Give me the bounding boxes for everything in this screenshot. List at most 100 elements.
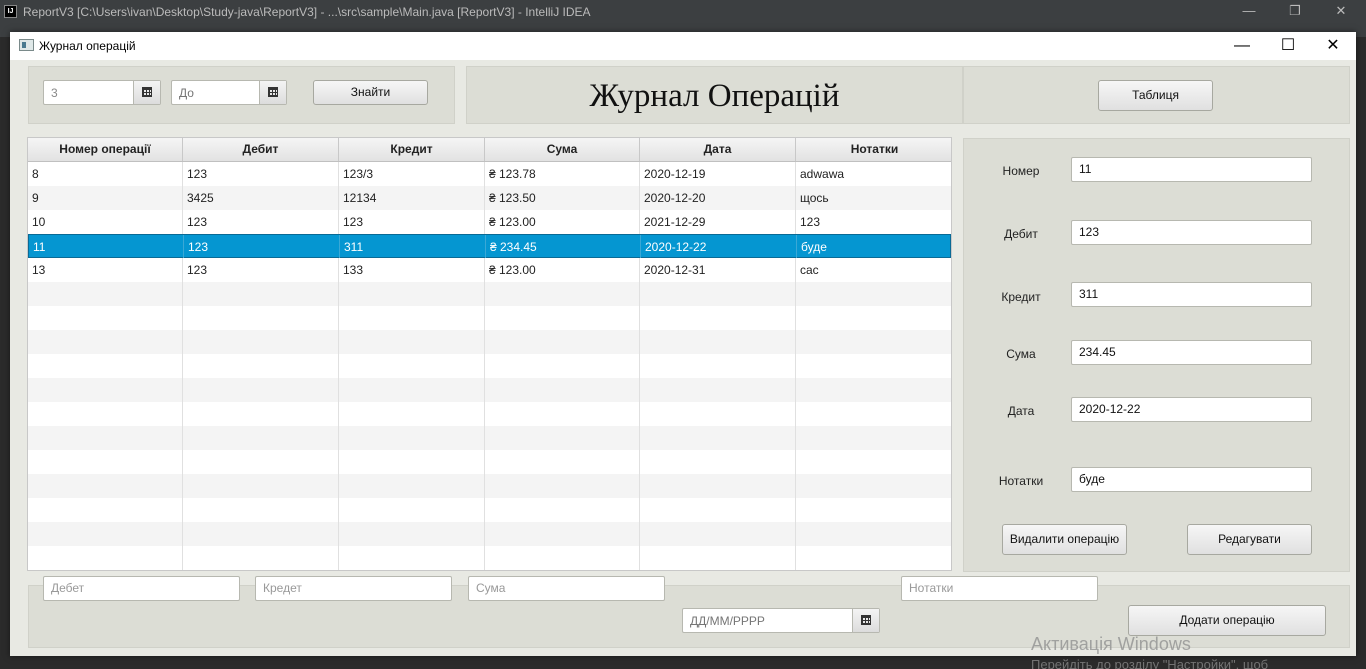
column-header-sum[interactable]: Сума: [485, 138, 640, 161]
cell-number: [28, 450, 183, 474]
sum-label: Сума: [1006, 347, 1036, 361]
operations-table[interactable]: Номер операції Дебит Кредит Сума Дата Но…: [27, 137, 952, 571]
cell-debit: 123: [183, 162, 339, 186]
empty-table-row: [28, 474, 951, 498]
notes-input[interactable]: Нотатки: [901, 576, 1098, 601]
cell-number: [28, 354, 183, 378]
ide-minimize-button[interactable]: —: [1226, 1, 1272, 21]
calendar-button[interactable]: [133, 81, 160, 104]
cell-date: 2020-12-31: [640, 258, 796, 282]
delete-operation-button[interactable]: Видалити операцію: [1002, 524, 1127, 555]
cell-debit: [183, 546, 339, 570]
date-input[interactable]: [683, 609, 853, 632]
window-title-bar[interactable]: Журнал операцій — ☐ ✕: [10, 32, 1356, 60]
empty-table-row: [28, 498, 951, 522]
cell-number: 9: [28, 186, 183, 210]
date-input-picker[interactable]: [682, 608, 880, 633]
find-button[interactable]: Знайти: [313, 80, 428, 105]
cell-debit: 123: [183, 258, 339, 282]
cell-credit: [339, 498, 485, 522]
add-operation-button[interactable]: Додати операцію: [1128, 605, 1326, 636]
date-to-picker[interactable]: [171, 80, 287, 105]
cell-debit: [183, 450, 339, 474]
cell-notes: [796, 450, 951, 474]
cell-number: [28, 474, 183, 498]
cell-sum: [485, 354, 640, 378]
sum-field[interactable]: 234.45: [1071, 340, 1312, 365]
cell-number: [28, 426, 183, 450]
cell-debit: 123: [184, 235, 340, 259]
cell-sum: ₴ 234.45: [486, 235, 641, 259]
cell-sum: [485, 426, 640, 450]
cell-credit: [339, 522, 485, 546]
credit-label: Кредит: [1001, 290, 1041, 304]
cell-debit: [183, 282, 339, 306]
cell-notes: adwawa: [800, 167, 845, 181]
debit-label: Дебит: [1004, 227, 1038, 241]
date-to-input[interactable]: [172, 81, 260, 104]
cell-notes: щось: [800, 191, 829, 205]
ide-title-bar: IJ ReportV3 [C:\Users\ivan\Desktop\Study…: [0, 0, 1366, 23]
date-from-picker[interactable]: [43, 80, 161, 105]
cell-debit: [183, 474, 339, 498]
table-row[interactable]: 8 123 123/3 ₴ 123.78 2020-12-19 adwawa: [28, 162, 951, 186]
cell-notes: 123: [800, 215, 821, 229]
cell-credit: [339, 546, 485, 570]
date-field[interactable]: 2020-12-22: [1071, 397, 1312, 422]
cell-date: [640, 546, 796, 570]
cell-date: [640, 474, 796, 498]
column-header-number[interactable]: Номер операції: [28, 138, 183, 161]
empty-table-row: [28, 330, 951, 354]
column-header-credit[interactable]: Кредит: [339, 138, 485, 161]
date-from-input[interactable]: [44, 81, 134, 104]
empty-table-row: [28, 426, 951, 450]
cell-debit: [183, 426, 339, 450]
cell-number: 13: [28, 258, 183, 282]
cell-date: 2021-12-29: [640, 210, 796, 234]
window-title: Журнал операцій: [39, 39, 136, 53]
cell-sum: [485, 282, 640, 306]
cell-date: [640, 354, 796, 378]
empty-table-row: [28, 546, 951, 570]
table-row[interactable]: 9 3425 12134 ₴ 123.50 2020-12-20 щось: [28, 186, 951, 210]
table-button[interactable]: Таблиця: [1098, 80, 1213, 111]
cell-number: [28, 546, 183, 570]
credit-field[interactable]: 311: [1071, 282, 1312, 307]
cell-credit: 12134: [339, 186, 485, 210]
table-row[interactable]: 13 123 133 ₴ 123.00 2020-12-31 сас: [28, 258, 951, 282]
cell-sum: [485, 402, 640, 426]
number-field[interactable]: 11: [1071, 157, 1312, 182]
calendar-button[interactable]: [852, 609, 879, 632]
empty-table-row: [28, 450, 951, 474]
notes-field[interactable]: буде: [1071, 467, 1312, 492]
cell-notes: [796, 498, 951, 522]
cell-sum: [485, 450, 640, 474]
close-button[interactable]: ✕: [1310, 32, 1356, 60]
column-header-notes[interactable]: Нотатки: [796, 138, 951, 161]
edit-button[interactable]: Редагувати: [1187, 524, 1312, 555]
table-row[interactable]: 11 123 311 ₴ 234.45 2020-12-22 буде: [28, 234, 951, 259]
empty-table-row: [28, 306, 951, 330]
cell-sum: [485, 474, 640, 498]
table-row[interactable]: 10 123 123 ₴ 123.00 2021-12-29 123: [28, 210, 951, 234]
cell-number: [28, 498, 183, 522]
intellij-icon: IJ: [4, 5, 17, 18]
debit-field[interactable]: 123: [1071, 220, 1312, 245]
activation-watermark: Активація Windows: [1031, 634, 1191, 654]
sum-input[interactable]: Сума: [468, 576, 665, 601]
cell-sum: [485, 546, 640, 570]
cell-debit: 123: [183, 210, 339, 234]
calendar-button[interactable]: [259, 81, 286, 104]
ide-restore-button[interactable]: ❐: [1272, 1, 1318, 21]
debit-input[interactable]: Дебет: [43, 576, 240, 601]
cell-sum: [485, 522, 640, 546]
minimize-button[interactable]: —: [1219, 32, 1265, 60]
ide-close-button[interactable]: ✕: [1318, 1, 1364, 21]
column-header-date[interactable]: Дата: [640, 138, 796, 161]
cell-credit: [339, 402, 485, 426]
credit-input[interactable]: Кредет: [255, 576, 452, 601]
maximize-button[interactable]: ☐: [1265, 32, 1311, 60]
cell-date: [640, 306, 796, 330]
column-header-debit[interactable]: Дебит: [183, 138, 339, 161]
empty-table-row: [28, 354, 951, 378]
